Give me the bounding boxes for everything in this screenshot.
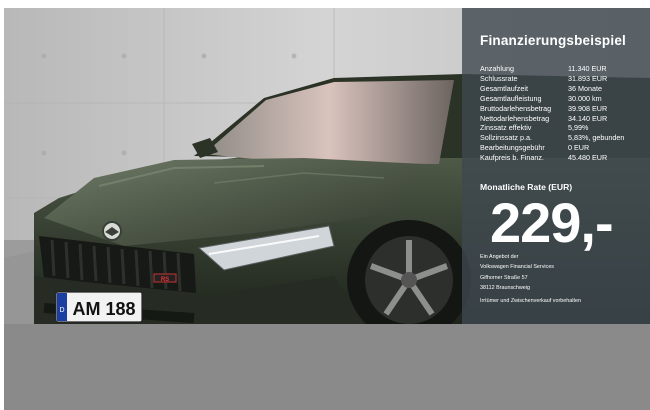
spec-row: Kaufpreis b. Finanz. 45.480 EUR	[480, 153, 650, 163]
offer-line: Gifhorner Straße 57	[480, 274, 528, 281]
offer-line: Ein Angebot der	[480, 254, 519, 260]
license-plate: D AM 188	[55, 291, 143, 323]
plate-number: AM 188	[72, 299, 135, 319]
spec-value: 5,83%, gebunden	[568, 133, 625, 143]
spec-row: Anzahlung 11.340 EUR	[480, 64, 650, 74]
spec-label: Schlussrate	[480, 73, 518, 83]
plate-country-code: D	[59, 307, 64, 314]
spec-row: Zinssatz effektiv 5,99%	[480, 123, 650, 133]
spec-label: Gesamtlaufzeit	[480, 83, 528, 93]
financing-title: Finanzierungsbeispiel	[480, 33, 626, 48]
spec-label: Gesamtlaufleistung	[480, 93, 542, 103]
offer-line: Volkswagen Financial Services	[480, 264, 555, 271]
ad-frame: RS D AM 188 Finanzierungsbeispiel Anzahl…	[0, 0, 650, 410]
bottom-band	[4, 324, 650, 410]
spec-row: Gesamtlaufleistung 30.000 km	[480, 94, 650, 104]
spec-value: 11.340 EUR	[568, 64, 607, 73]
financing-panel: Finanzierungsbeispiel Anzahlung 11.340 EU…	[462, 8, 650, 324]
spec-row: Sollzinssatz p.a. 5,83%, gebunden	[480, 133, 650, 143]
spec-row: Gesamtlaufzeit 36 Monate	[480, 84, 650, 94]
spec-value: 39.908 EUR	[568, 103, 608, 113]
spec-label: Bearbeitungsgebühr	[480, 143, 545, 153]
spec-value: 5,99%	[568, 123, 589, 133]
spec-label: Sollzinssatz p.a.	[480, 133, 532, 143]
spec-row: Schlussrate 31.893 EUR	[480, 74, 650, 84]
spec-value: 30.000 km	[568, 93, 602, 103]
monthly-rate-value: 229,-	[490, 191, 614, 254]
spec-value: 0 EUR	[568, 143, 590, 153]
spec-row: Bearbeitungsgebühr 0 EUR	[480, 143, 650, 153]
spec-label: Kaufpreis b. Finanz.	[480, 153, 544, 163]
offer-line: 38112 Braunschweig	[480, 284, 530, 291]
spec-label: Nettodarlehensbetrag	[480, 113, 550, 123]
spec-label: Bruttodarlehensbetrag	[480, 103, 552, 113]
rs-badge-text: RS	[161, 277, 169, 283]
spec-row: Bruttodarlehensbetrag 39.908 EUR	[480, 104, 650, 114]
spec-value: 45.480 EUR	[568, 153, 608, 163]
offer-provider: Ein Angebot der Volkswagen Financial Ser…	[480, 252, 554, 293]
spec-label: Anzahlung	[480, 64, 514, 73]
disclaimer: Irrtümer und Zwischenverkauf vorbehalten	[480, 298, 581, 304]
financing-specs: Anzahlung 11.340 EUR Schlussrate 31.893 EU…	[480, 64, 650, 163]
spec-row: Nettodarlehensbetrag 34.140 EUR	[480, 114, 650, 124]
spec-value: 36 Monate	[568, 83, 602, 93]
spec-value: 34.140 EUR	[568, 113, 608, 123]
spec-value: 31.893 EUR	[568, 73, 608, 83]
spec-label: Zinssatz effektiv	[480, 123, 532, 133]
